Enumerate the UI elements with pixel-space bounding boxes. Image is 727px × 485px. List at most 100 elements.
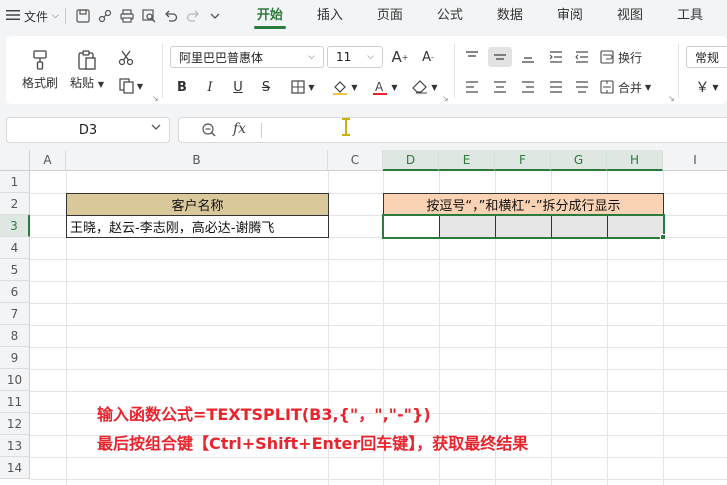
paste-icon [73, 46, 101, 74]
wrap-text-button[interactable]: 换行 [600, 47, 660, 67]
outdent-icon[interactable] [572, 47, 592, 67]
font-name-select[interactable]: 阿里巴巴普惠体 ⌵ [170, 46, 324, 68]
clear-format-icon[interactable]: ▼ [408, 77, 442, 97]
tab-tools[interactable]: 工具 [660, 0, 720, 32]
justify-icon[interactable] [546, 77, 566, 97]
save-icon[interactable] [72, 5, 94, 27]
column-header-c[interactable]: C [328, 150, 383, 171]
align-right-icon[interactable] [518, 77, 538, 97]
grid-line [30, 369, 727, 370]
decrease-font-icon[interactable]: A- [418, 47, 438, 67]
row-header-6[interactable]: 6 [0, 281, 30, 303]
clipboard-dialog-launcher-icon[interactable]: ↘ [152, 94, 159, 103]
row-header-9[interactable]: 9 [0, 347, 30, 369]
row-header-1[interactable]: 1 [0, 171, 30, 193]
strikethrough-icon[interactable]: S [256, 77, 276, 97]
align-center-icon[interactable] [490, 77, 510, 97]
column-header-b[interactable]: B [66, 150, 328, 171]
tab-view[interactable]: 视图 [600, 0, 660, 32]
print-icon[interactable] [116, 5, 138, 27]
font-dialog-launcher-icon[interactable]: ↘ [442, 94, 449, 103]
tab-insert[interactable]: 插入 [300, 0, 360, 32]
column-header-d[interactable]: D [383, 150, 439, 171]
cell-b2[interactable]: 客户名称 [66, 193, 329, 216]
ribbon-tabs: 开始 插入 页面 公式 数据 审阅 视图 工具 [240, 0, 720, 32]
undo-icon[interactable] [160, 5, 182, 27]
row-header-8[interactable]: 8 [0, 325, 30, 347]
font-name-value: 阿里巴巴普惠体 [179, 50, 264, 65]
font-color-icon[interactable]: A ▼ [368, 77, 402, 97]
row-header-5[interactable]: 5 [0, 259, 30, 281]
formula-bar: D3 fx [0, 108, 727, 150]
row-header-12[interactable]: 12 [0, 413, 30, 435]
align-top-icon[interactable] [462, 47, 482, 67]
merge-label: 合并 [618, 80, 643, 95]
name-box[interactable]: D3 [6, 117, 170, 143]
print-preview-icon[interactable] [138, 5, 160, 27]
cut-icon[interactable] [116, 48, 136, 68]
tab-formula[interactable]: 公式 [420, 0, 480, 32]
grid-line [30, 259, 727, 260]
bold-icon[interactable]: B [172, 77, 192, 97]
row-header-7[interactable]: 7 [0, 303, 30, 325]
tab-page[interactable]: 页面 [360, 0, 420, 32]
align-bottom-icon[interactable] [518, 47, 538, 67]
svg-text:A: A [375, 80, 384, 94]
zoom-search-icon[interactable] [201, 122, 217, 141]
tab-data[interactable]: 数据 [480, 0, 540, 32]
file-menu-label: 文件 [24, 9, 49, 24]
format-painter-button[interactable]: 格式刷 [22, 46, 58, 91]
italic-icon[interactable]: I [200, 77, 220, 97]
font-size-select[interactable]: 11 ⌵ [327, 46, 383, 68]
select-all-corner[interactable] [0, 150, 30, 171]
grid-line [30, 457, 727, 458]
row-header-4[interactable]: 4 [0, 237, 30, 259]
row-header-2[interactable]: 2 [0, 193, 30, 215]
share-link-icon[interactable] [94, 5, 116, 27]
file-menu[interactable]: 文件 ⌵ [0, 8, 59, 25]
number-format-select[interactable]: 常规 [686, 46, 727, 68]
more-chevron-icon[interactable] [204, 5, 226, 27]
spreadsheet-grid[interactable]: A B C D E F G H I 1 2 3 4 5 6 7 8 9 10 1… [0, 150, 727, 485]
formula-input[interactable]: fx [178, 117, 727, 143]
paste-label: 粘贴 ▼ [70, 76, 104, 90]
column-header-g[interactable]: G [551, 150, 607, 171]
tab-review[interactable]: 审阅 [540, 0, 600, 32]
underline-icon[interactable]: U [228, 77, 248, 97]
formula-divider [261, 123, 262, 138]
column-header-f[interactable]: F [495, 150, 551, 171]
row-header-13[interactable]: 13 [0, 435, 30, 457]
alignment-dialog-launcher-icon[interactable]: ↘ [668, 94, 675, 103]
fill-handle[interactable] [660, 234, 666, 240]
cell-d2[interactable]: 按逗号“，”和横杠“-”拆分成行显示 [383, 193, 664, 216]
wrap-text-label: 换行 [618, 50, 643, 65]
column-header-a[interactable]: A [30, 150, 66, 171]
border-icon[interactable]: ▼ [286, 77, 320, 97]
align-left-icon[interactable] [462, 77, 482, 97]
paste-button[interactable]: 粘贴 ▼ [70, 46, 104, 91]
redo-icon[interactable] [182, 5, 204, 27]
row-header-11[interactable]: 11 [0, 391, 30, 413]
tab-home[interactable]: 开始 [240, 0, 300, 32]
chevron-down-icon: ⌵ [52, 11, 59, 21]
row-header-3[interactable]: 3 [0, 215, 30, 237]
column-header-h[interactable]: H [607, 150, 663, 171]
increase-font-icon[interactable]: A + [390, 47, 410, 67]
column-header-i[interactable]: I [663, 150, 727, 171]
row-header-14[interactable]: 14 [0, 457, 30, 479]
fx-icon[interactable]: fx [233, 121, 246, 137]
column-header-e[interactable]: E [439, 150, 495, 171]
ribbon-panel: 格式刷 粘贴 ▼ ▼ ↘ 阿里巴巴普惠体 ⌵ 11 ⌵ A + A- B I U… [6, 36, 727, 104]
grid-line [30, 281, 727, 282]
fill-color-icon[interactable]: ▼ [328, 77, 362, 97]
cell-b3[interactable]: 王晓，赵云-李志刚，高必达-谢腾飞 [66, 215, 329, 238]
row-header-10[interactable]: 10 [0, 369, 30, 391]
align-middle-icon[interactable] [488, 47, 512, 67]
merge-button[interactable]: 合并 ▼ [600, 77, 666, 97]
selection-range [382, 214, 665, 239]
currency-icon[interactable]: ￥ ▼ [690, 77, 724, 97]
indent-icon[interactable] [546, 47, 566, 67]
name-box-value: D3 [78, 122, 98, 138]
distributed-align-icon[interactable] [572, 77, 592, 97]
copy-icon[interactable]: ▼ [116, 76, 146, 96]
